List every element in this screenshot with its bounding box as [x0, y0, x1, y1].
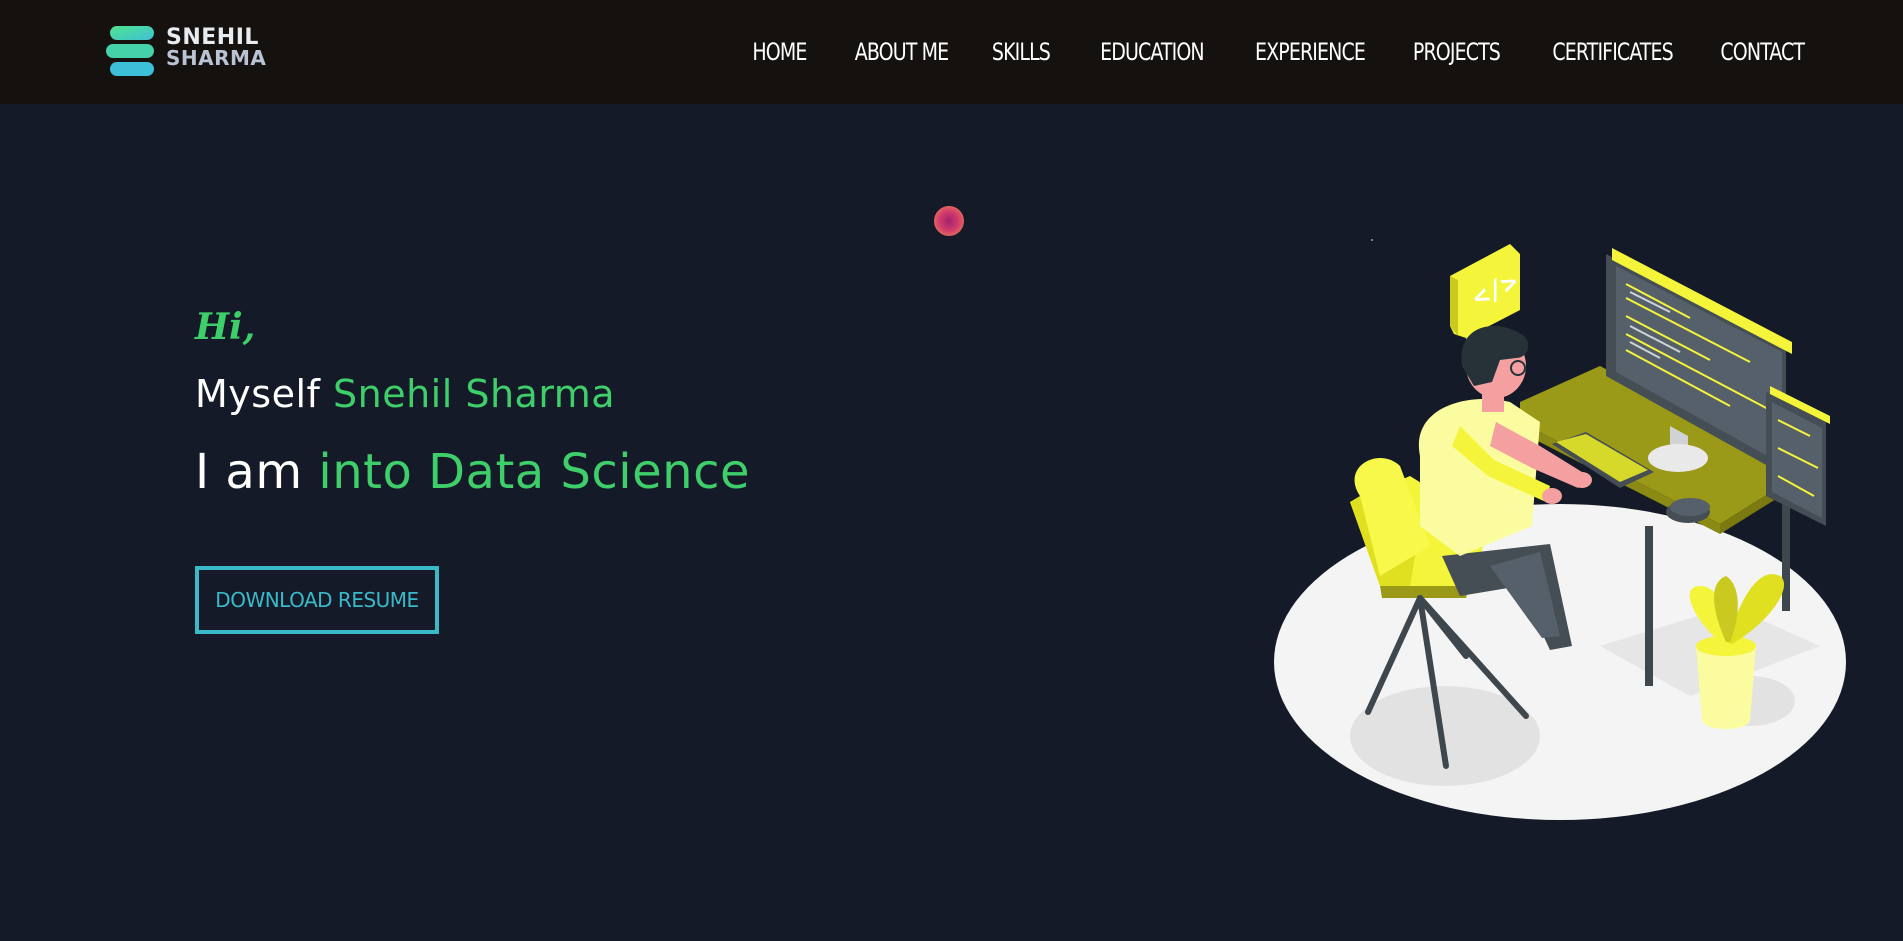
role-text: into Data Science: [318, 444, 750, 500]
top-navbar: SNEHIL SHARMA HOME ABOUT ME SKILLS EDUCA…: [0, 0, 1903, 104]
nav-contact[interactable]: CONTACT: [1720, 36, 1805, 68]
main-nav: HOME ABOUT ME SKILLS EDUCATION EXPERIENC…: [745, 36, 1805, 68]
role-line: I am into Data Science: [195, 444, 750, 500]
site-logo[interactable]: SNEHIL SHARMA: [106, 24, 276, 76]
logo-name-first: SNEHIL: [166, 25, 259, 50]
cursor-dot-decoration: [934, 206, 964, 236]
nav-home[interactable]: HOME: [752, 36, 807, 68]
greeting-text: Hi,: [195, 306, 256, 348]
intro-prefix: Myself: [195, 372, 321, 416]
logo-text: SNEHIL SHARMA: [166, 25, 267, 70]
role-prefix: I am: [195, 444, 303, 500]
developer-at-desk-illustration: </>: [1274, 239, 1846, 820]
nav-projects[interactable]: PROJECTS: [1413, 36, 1501, 68]
nav-skills[interactable]: SKILLS: [992, 36, 1051, 68]
nav-about-me[interactable]: ABOUT ME: [855, 36, 949, 68]
download-resume-button[interactable]: DOWNLOAD RESUME: [195, 566, 439, 634]
plant-pot: [1696, 646, 1756, 729]
nav-certificates[interactable]: CERTIFICATES: [1552, 36, 1673, 68]
person-name: Snehil Sharma: [332, 372, 616, 416]
nav-education[interactable]: EDUCATION: [1100, 36, 1204, 68]
logo-mark-icon: [106, 26, 154, 76]
intro-line: Myself Snehil Sharma: [195, 372, 615, 416]
nav-experience[interactable]: EXPERIENCE: [1255, 36, 1366, 68]
logo-name-last: SHARMA: [166, 46, 267, 70]
